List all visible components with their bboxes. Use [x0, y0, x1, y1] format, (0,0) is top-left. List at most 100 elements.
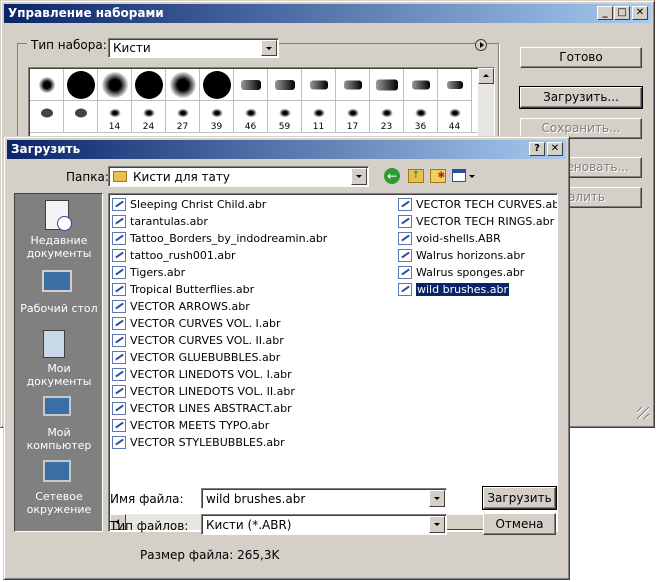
brush-preset[interactable]: [166, 69, 200, 101]
brush-preset[interactable]: [302, 69, 336, 101]
brush-tip-icon: [312, 108, 325, 118]
brush-preset[interactable]: 39: [200, 101, 234, 133]
file-item[interactable]: VECTOR LINES ABSTRACT.abr: [112, 400, 292, 417]
brush-preset[interactable]: [132, 69, 166, 101]
brush-preset[interactable]: [98, 69, 132, 101]
brush-preset[interactable]: [268, 69, 302, 101]
file-name: VECTOR CURVES VOL. II.abr: [130, 334, 284, 347]
file-name: VECTOR LINEDOTS VOL. I.abr: [130, 368, 292, 381]
new-folder-icon[interactable]: ✱: [430, 169, 446, 183]
file-item[interactable]: wild brushes.abr: [398, 281, 510, 298]
brush-size-label: 23: [380, 122, 393, 132]
close-button[interactable]: ✕: [632, 6, 648, 20]
brush-preset[interactable]: 36: [404, 101, 438, 133]
recent-docs-icon: [45, 200, 72, 231]
brush-preset[interactable]: [336, 69, 370, 101]
brush-preset[interactable]: [404, 69, 438, 101]
brush-preset[interactable]: [30, 101, 64, 133]
chevron-down-icon[interactable]: [261, 40, 277, 56]
brush-preset[interactable]: 59: [268, 101, 302, 133]
file-item[interactable]: VECTOR CURVES VOL. II.abr: [112, 332, 284, 349]
abr-file-icon: [112, 232, 126, 245]
file-item[interactable]: void-shells.ABR: [398, 230, 501, 247]
file-name: VECTOR MEETS TYPO.abr: [130, 419, 270, 432]
file-item[interactable]: Tattoo_Borders_by_indodreamin.abr: [112, 230, 327, 247]
help-button[interactable]: ?: [529, 142, 545, 156]
file-item[interactable]: Walrus horizons.abr: [398, 247, 525, 264]
dialog-cancel-button[interactable]: Отмена: [483, 513, 556, 535]
abr-file-icon: [398, 198, 412, 211]
brush-preset[interactable]: [234, 69, 268, 101]
file-item[interactable]: VECTOR CURVES VOL. I.abr: [112, 315, 281, 332]
sidebar-label-desktop: Рабочий стол: [20, 302, 98, 315]
chevron-down-icon[interactable]: [351, 168, 367, 185]
file-item[interactable]: Sleeping Christ Child.abr: [112, 196, 266, 213]
brush-preset[interactable]: 14: [98, 101, 132, 133]
abr-file-icon: [112, 249, 126, 262]
sidebar-label-mycomputer: Мой компьютер: [26, 426, 92, 452]
file-item[interactable]: Tropical Butterflies.abr: [112, 281, 254, 298]
brush-tip-icon: [446, 80, 463, 89]
set-type-select[interactable]: Кисти: [108, 38, 279, 58]
file-item[interactable]: VECTOR GLUEBUBBLES.abr: [112, 349, 280, 366]
dialog-load-button[interactable]: Загрузить: [482, 486, 557, 510]
chevron-down-icon[interactable]: [429, 490, 445, 507]
brush-preset[interactable]: [64, 101, 98, 133]
dialog-close-button[interactable]: ✕: [547, 142, 563, 156]
abr-file-icon: [112, 351, 126, 364]
done-button[interactable]: Готово: [520, 47, 642, 68]
file-item[interactable]: tarantulas.abr: [112, 213, 208, 230]
brush-preset[interactable]: 44: [438, 101, 472, 133]
file-item[interactable]: VECTOR ARROWS.abr: [112, 298, 250, 315]
abr-file-icon: [112, 334, 126, 347]
filetype-label: Тип файлов:: [110, 519, 189, 533]
file-item[interactable]: VECTOR TECH CURVES.abr: [398, 196, 557, 213]
brush-tip-icon: [414, 108, 427, 118]
brush-grid-scrollbar[interactable]: [478, 68, 494, 136]
load-dialog: Загрузить ? ✕ Папка: Кисти для тату ← ↑ …: [3, 136, 570, 580]
file-item[interactable]: VECTOR LINEDOTS VOL. II.abr: [112, 383, 295, 400]
view-menu-icon[interactable]: [452, 168, 476, 184]
file-name: tarantulas.abr: [130, 215, 208, 228]
my-computer-icon: [43, 396, 71, 416]
brush-preset[interactable]: 46: [234, 101, 268, 133]
set-type-value: Кисти: [113, 41, 151, 55]
folder-select[interactable]: Кисти для тату: [108, 166, 369, 187]
file-item[interactable]: VECTOR TECH RINGS.abr: [398, 213, 554, 230]
brush-preset[interactable]: 23: [370, 101, 404, 133]
resize-grip-icon[interactable]: [637, 407, 649, 419]
brush-preset[interactable]: 27: [166, 101, 200, 133]
up-folder-icon[interactable]: ↑: [408, 169, 424, 183]
brush-preset[interactable]: [64, 69, 98, 101]
file-item[interactable]: Walrus sponges.abr: [398, 264, 524, 281]
file-item[interactable]: tattoo_rush001.abr: [112, 247, 236, 264]
brush-size-label: 46: [244, 122, 257, 132]
brush-preset[interactable]: 17: [336, 101, 370, 133]
load-button[interactable]: Загрузить...: [519, 86, 643, 109]
file-item[interactable]: VECTOR LINEDOTS VOL. I.abr: [112, 366, 292, 383]
panel-menu-icon[interactable]: [475, 39, 487, 51]
brush-size-label: 11: [312, 122, 325, 132]
brush-preset[interactable]: [30, 69, 64, 101]
file-item[interactable]: VECTOR STYLEBUBBLES.abr: [112, 434, 285, 451]
file-name: Walrus sponges.abr: [416, 266, 525, 279]
brush-preset[interactable]: 11: [302, 101, 336, 133]
brush-preset[interactable]: [200, 69, 234, 101]
desktop-icon: [42, 270, 72, 292]
filename-input[interactable]: wild brushes.abr: [201, 488, 447, 509]
brush-preset[interactable]: 24: [132, 101, 166, 133]
maximize-button[interactable]: □: [614, 6, 630, 20]
file-list[interactable]: Sleeping Christ Child.abr tarantulas.abr T…: [108, 193, 558, 532]
back-icon[interactable]: ←: [384, 168, 400, 184]
filetype-select[interactable]: Кисти (*.ABR): [201, 514, 447, 535]
brush-grid: 142427394659111723364460: [28, 67, 495, 137]
brush-preset[interactable]: [370, 69, 404, 101]
file-item[interactable]: VECTOR MEETS TYPO.abr: [112, 417, 269, 434]
set-type-header: Тип набора:: [27, 38, 111, 52]
chevron-down-icon[interactable]: [429, 516, 445, 533]
brush-tip-icon: [375, 79, 398, 90]
brush-preset[interactable]: [438, 69, 472, 101]
file-item[interactable]: Tigers.abr: [112, 264, 185, 281]
file-name: Sleeping Christ Child.abr: [130, 198, 267, 211]
minimize-button[interactable]: _: [597, 6, 613, 20]
